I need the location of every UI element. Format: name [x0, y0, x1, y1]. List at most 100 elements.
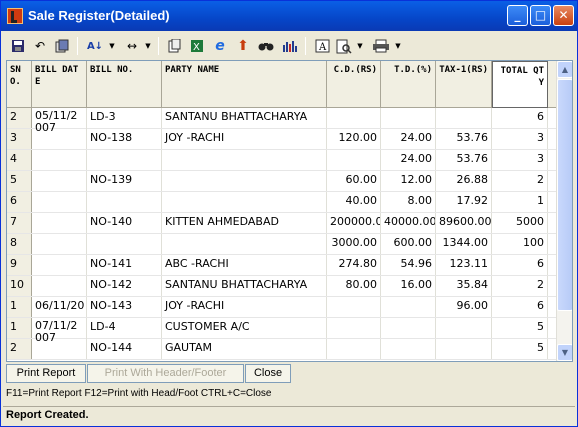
cell-tax: 35.84	[436, 276, 492, 297]
row-divider	[7, 359, 558, 360]
save-icon[interactable]	[9, 37, 27, 55]
cell-td: 8.00	[381, 192, 436, 213]
cell-party: JOY -RACHI	[162, 129, 327, 150]
cell-bill: NO-138	[87, 129, 162, 150]
cell-qty: 100	[492, 234, 548, 255]
cell-bill: NO-140	[87, 213, 162, 234]
column-width-icon[interactable]: ↔	[121, 37, 143, 55]
maximize-button[interactable]: □	[530, 5, 551, 26]
scroll-thumb[interactable]	[557, 79, 572, 311]
clipboard-icon[interactable]	[165, 37, 183, 55]
cell-sno: 9	[7, 255, 32, 276]
col-header-sno[interactable]: SN O.	[7, 61, 32, 108]
dropdown-icon[interactable]: ▼	[355, 37, 365, 55]
cell-cd	[327, 318, 381, 339]
cell-cd: 3000.00	[327, 234, 381, 255]
cell-sno: 6	[7, 192, 32, 213]
cell-bill: LD-4	[87, 318, 162, 339]
excel-icon[interactable]: X	[188, 37, 206, 55]
cell-qty: 3	[492, 129, 548, 150]
cell-bill: NO-143	[87, 297, 162, 318]
toolbar-separator	[305, 37, 306, 55]
cell-date	[32, 150, 87, 171]
col-header-td[interactable]: T.D.(%)	[381, 61, 436, 108]
cell-tax: 26.88	[436, 171, 492, 192]
print-report-button[interactable]: Print Report	[6, 364, 86, 383]
cell-date	[32, 255, 87, 276]
svg-text:X: X	[193, 42, 200, 53]
title-bar[interactable]: Sale Register(Detailed) _ □ ✕	[1, 1, 577, 31]
cell-qty: 6	[492, 108, 548, 129]
vertical-scrollbar[interactable]: ▲ ▼	[556, 61, 572, 361]
table-row[interactable]: 5 NO-139 60.00 12.00 26.88 2	[7, 171, 558, 192]
print-preview-icon[interactable]	[335, 37, 353, 55]
table-row[interactable]: 1 07/11/2007 LD-4 CUSTOMER A/C 5	[7, 318, 558, 344]
col-header-party-name[interactable]: PARTY NAME	[162, 61, 327, 108]
dropdown-icon[interactable]: ▼	[143, 37, 153, 55]
table-row[interactable]: 1 06/11/20 NO-143 JOY -RACHI 96.00 6	[7, 297, 558, 318]
cell-bill: NO-144	[87, 339, 162, 360]
print-header-footer-button[interactable]: Print With Header/Footer	[87, 364, 244, 383]
col-header-bill-date[interactable]: BILL DATE	[32, 61, 87, 108]
printer-icon[interactable]	[372, 37, 390, 55]
table-row[interactable]: 9 NO-141 ABC -RACHI 274.80 54.96 123.11 6	[7, 255, 558, 276]
cell-party: GAUTAM	[162, 339, 327, 360]
dropdown-icon[interactable]: ▼	[393, 37, 403, 55]
cell-qty: 2	[492, 171, 548, 192]
cell-sno: 2	[7, 339, 32, 360]
chart-icon[interactable]	[281, 37, 299, 55]
cell-sno: 4	[7, 150, 32, 171]
cell-tax	[436, 318, 492, 339]
cell-sno: 8	[7, 234, 32, 255]
cell-bill	[87, 192, 162, 213]
table-row[interactable]: 6 40.00 8.00 17.92 1	[7, 192, 558, 213]
cell-tax: 53.76	[436, 150, 492, 171]
table-row[interactable]: 10 NO-142 SANTANU BHATTACHARYA 80.00 16.00 35…	[7, 276, 558, 297]
upload-arrow-icon[interactable]: ⬆	[234, 37, 252, 55]
cell-cd: 274.80	[327, 255, 381, 276]
cell-party	[162, 234, 327, 255]
cell-tax	[436, 339, 492, 360]
col-header-bill-no[interactable]: BILL NO.	[87, 61, 162, 108]
dropdown-icon[interactable]: ▼	[107, 37, 117, 55]
cell-qty: 5	[492, 318, 548, 339]
undo-icon[interactable]: ↶	[31, 37, 49, 55]
report-grid[interactable]: SN O. BILL DATE BILL NO. PARTY NAME C.D.…	[6, 60, 573, 362]
cell-tax: 17.92	[436, 192, 492, 213]
cell-date: 05/11/2007	[32, 108, 87, 134]
sort-icon[interactable]: A↓	[83, 37, 107, 55]
copy-report-icon[interactable]	[53, 37, 71, 55]
minimize-button[interactable]: _	[507, 5, 528, 26]
cell-qty: 3	[492, 150, 548, 171]
cell-td: 24.00	[381, 129, 436, 150]
table-row[interactable]: 3 NO-138 JOY -RACHI 120.00 24.00 53.76 3	[7, 129, 558, 150]
table-row[interactable]: 4 24.00 53.76 3	[7, 150, 558, 171]
cell-party: SANTANU BHATTACHARYA	[162, 108, 327, 129]
cell-date	[32, 276, 87, 297]
scroll-up-arrow-icon[interactable]: ▲	[557, 61, 572, 78]
table-row[interactable]: 2 NO-144 GAUTAM 5	[7, 339, 558, 360]
cell-party: KITTEN AHMEDABAD	[162, 213, 327, 234]
cell-tax: 96.00	[436, 297, 492, 318]
col-header-cd[interactable]: C.D.(RS)	[327, 61, 381, 108]
find-binoculars-icon[interactable]	[257, 37, 275, 55]
close-window-button[interactable]: ✕	[553, 5, 574, 26]
scroll-down-arrow-icon[interactable]: ▼	[557, 344, 572, 361]
cell-bill: LD-3	[87, 108, 162, 129]
col-header-total-qty[interactable]: TOTAL QTY	[492, 61, 548, 108]
cell-qty: 6	[492, 297, 548, 318]
text-format-icon[interactable]: A	[313, 37, 331, 55]
close-button[interactable]: Close	[245, 364, 291, 383]
table-row[interactable]: 8 3000.00 600.00 1344.00 100	[7, 234, 558, 255]
table-row[interactable]: 7 NO-140 KITTEN AHMEDABAD 200000.0 40000.00 8…	[7, 213, 558, 234]
cell-td: 12.00	[381, 171, 436, 192]
cell-date	[32, 234, 87, 255]
cell-date	[32, 171, 87, 192]
internet-explorer-icon[interactable]: e	[211, 37, 229, 55]
col-header-tax[interactable]: TAX-1(RS)	[436, 61, 492, 108]
cell-sno: 2	[7, 108, 32, 129]
app-icon	[7, 8, 23, 24]
cell-party: CUSTOMER A/C	[162, 318, 327, 339]
table-row[interactable]: 2 05/11/2007 LD-3 SANTANU BHATTACHARYA 6	[7, 108, 558, 134]
toolbar-separator	[77, 37, 78, 55]
